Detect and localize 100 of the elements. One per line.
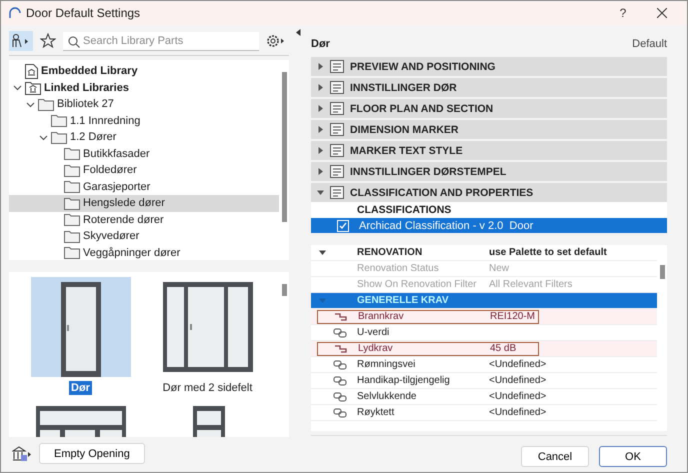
- property-name: Handikap-tilgjengelig: [357, 375, 451, 386]
- folder-icon: [64, 164, 80, 177]
- door-drawing: [192, 406, 224, 437]
- folder-icon: [51, 130, 67, 144]
- tree-item[interactable]: Roterende dører: [9, 212, 279, 228]
- caret-icon: [319, 297, 326, 304]
- section-header[interactable]: MARKER TEXT STYLE: [311, 141, 667, 160]
- section-header[interactable]: FLOOR PLAN AND SECTION: [311, 99, 667, 118]
- element-name: Dør: [311, 38, 330, 50]
- property-name: Show On Renovation Filter: [357, 279, 478, 290]
- property-value: <Undefined>: [489, 375, 548, 386]
- tree-item[interactable]: Skyvedører: [9, 228, 279, 244]
- property-value: REI120-M: [490, 311, 536, 322]
- tree-item[interactable]: 1.2 Dører: [9, 129, 279, 146]
- tree-item[interactable]: Veggåpninger dører: [9, 244, 279, 261]
- caret-right-icon: [317, 84, 324, 91]
- property-group-row[interactable]: RENOVATION use Palette to set default: [311, 245, 657, 261]
- property-name: Røyktett: [357, 407, 396, 418]
- library-filter-button[interactable]: [9, 31, 33, 51]
- group-name: RENOVATION: [357, 247, 424, 258]
- section-header[interactable]: PREVIEW AND POSITIONING: [311, 57, 667, 76]
- group-name: GENERELLE KRAV: [357, 295, 450, 306]
- close-icon: [657, 8, 667, 18]
- property-value: All Relevant Filters: [489, 279, 574, 290]
- property-value: <Undefined>: [489, 407, 548, 418]
- property-name: Selvlukkende: [357, 391, 418, 402]
- scrollbar-thumb[interactable]: [660, 265, 664, 279]
- property-name: Renovation Status: [357, 263, 440, 274]
- caret-right-icon: [317, 126, 324, 133]
- empty-opening-button[interactable]: Empty Opening: [39, 443, 145, 464]
- caret-right-icon: [317, 105, 324, 112]
- window-title: Door Default Settings: [26, 6, 142, 20]
- tree-item[interactable]: Bibliotek 27: [9, 96, 279, 112]
- property-value: 45 dB: [490, 343, 518, 354]
- settings-icon: [266, 34, 286, 48]
- section-header[interactable]: CLASSIFICATION AND PROPERTIES: [311, 183, 667, 202]
- caret-right-icon: [317, 168, 324, 175]
- panel-icon: [330, 144, 344, 157]
- tree-item[interactable]: Butikkfasader: [9, 146, 279, 162]
- property-value: <Undefined>: [489, 359, 548, 370]
- panel-icon: [330, 123, 344, 136]
- person-icon: [12, 34, 30, 48]
- classifications-header: CLASSIFICATIONS: [357, 204, 452, 216]
- search-icon: [68, 36, 80, 48]
- document-icon: [25, 64, 38, 79]
- section-header[interactable]: INNSTILLINGER DØRSTEMPEL: [311, 162, 667, 181]
- property-name: U-verdi: [357, 327, 390, 338]
- chevron-icon[interactable]: [39, 132, 48, 142]
- property-name: Brannkrav: [358, 311, 405, 322]
- tree-item[interactable]: Foldedører: [9, 162, 279, 178]
- panel-icon: [330, 60, 344, 73]
- link-icon: [333, 392, 347, 402]
- arch-icon: [9, 7, 21, 19]
- caret-down-icon: [317, 189, 324, 196]
- folder-icon: [38, 98, 54, 111]
- property-value: New: [489, 263, 510, 274]
- expression-icon: [334, 312, 348, 322]
- collapse-icon[interactable]: [294, 29, 302, 36]
- property-group-row[interactable]: GENERELLE KRAV: [311, 293, 657, 309]
- checkbox[interactable]: [337, 220, 349, 232]
- help-button[interactable]: ?: [606, 2, 640, 24]
- property-name: Rømningsvei: [357, 359, 416, 370]
- caret-icon: [319, 249, 326, 256]
- section-header[interactable]: INNSTILLINGER DØR: [311, 78, 667, 97]
- panel-icon: [330, 165, 344, 178]
- library-icon: [25, 80, 41, 95]
- caret-right-icon: [317, 147, 324, 154]
- scrollbar-thumb[interactable]: [282, 72, 286, 222]
- folder-icon: [64, 246, 80, 260]
- tree-item[interactable]: Hengslede dører: [9, 195, 279, 212]
- star-icon: [40, 33, 56, 49]
- tree-item[interactable]: 1.1 Innredning: [9, 112, 279, 129]
- link-icon: [333, 408, 347, 418]
- search-field[interactable]: Search Library Parts: [63, 32, 259, 50]
- tree-item[interactable]: Linked Libraries: [9, 80, 279, 96]
- door-thumbnail[interactable]: Dør med 2 sidefelt: [144, 277, 271, 395]
- classification-row[interactable]: Archicad Classification - v 2.0 Door: [311, 218, 667, 233]
- preset-name: Default: [632, 38, 667, 50]
- panel-icon: [330, 102, 344, 115]
- expression-icon: [334, 344, 348, 354]
- link-icon: [333, 360, 347, 370]
- panel-icon: [330, 186, 344, 199]
- tree-item[interactable]: Embedded Library: [9, 63, 279, 80]
- property-value: <Undefined>: [489, 391, 548, 402]
- section-header[interactable]: DIMENSION MARKER: [311, 120, 667, 139]
- cancel-button[interactable]: Cancel: [521, 446, 589, 467]
- thumbnail-label: Dør: [69, 381, 92, 395]
- building-icon: [12, 446, 32, 462]
- scrollbar-thumb[interactable]: [282, 284, 286, 296]
- ok-button[interactable]: OK: [599, 446, 667, 467]
- group-value: use Palette to set default: [489, 247, 608, 258]
- panel-icon: [330, 81, 344, 94]
- tree-item[interactable]: Garasjeporter: [9, 178, 279, 195]
- thumbnail-label: Dør med 2 sidefelt: [162, 381, 254, 395]
- link-icon: [333, 328, 347, 338]
- favorites-button[interactable]: [37, 31, 59, 51]
- link-icon: [333, 376, 347, 386]
- folder-icon: [64, 230, 80, 243]
- folder-icon: [64, 147, 80, 160]
- property-name: Lydkrav: [358, 343, 394, 354]
